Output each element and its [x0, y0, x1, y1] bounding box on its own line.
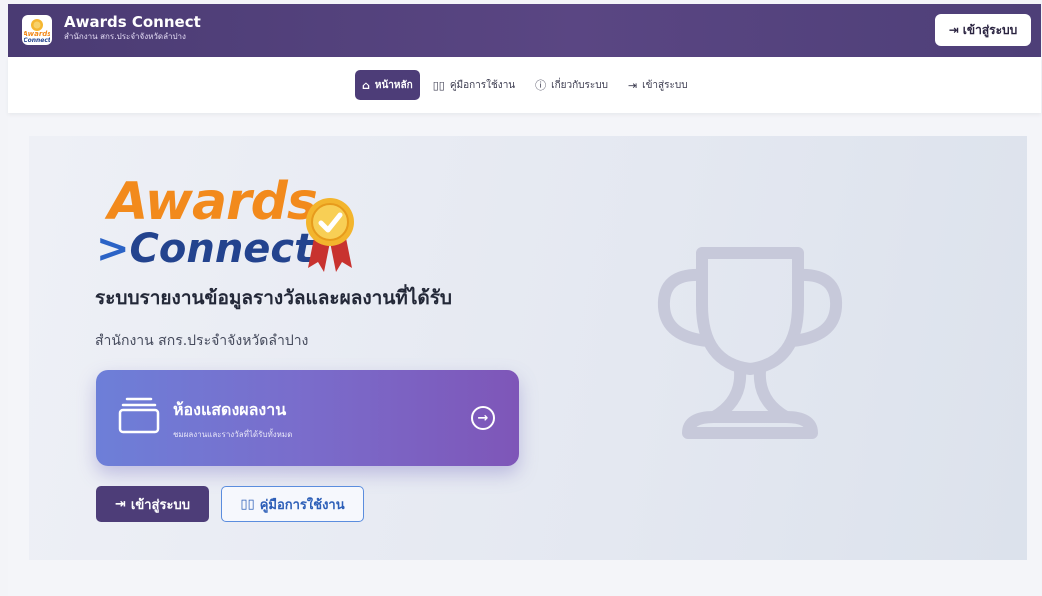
award-logo-icon: Awards Connect — [24, 19, 50, 43]
gallery-card-title: ห้องแสดงผลงาน — [173, 400, 287, 419]
logo-connect-text: >Connect — [96, 226, 314, 272]
main-nav: ⌂ หน้าหลัก ▯▯ คู่มือการใช้งาน ⓘ เกี่ยวกั… — [8, 57, 1041, 113]
nav-item-label: เข้าสู่ระบบ — [642, 79, 688, 91]
nav-item-label: เกี่ยวกับระบบ — [551, 79, 608, 91]
cards-stack-icon — [118, 397, 160, 434]
hero-login-button[interactable]: ⇥ เข้าสู่ระบบ — [96, 486, 209, 522]
home-icon: ⌂ — [362, 78, 370, 92]
nav-item-label: หน้าหลัก — [374, 79, 413, 91]
app-subtitle: สำนักงาน สกร.ประจำจังหวัดลำปาง — [64, 32, 186, 41]
app-logo[interactable]: Awards Connect — [22, 15, 52, 45]
nav-item-login[interactable]: ⇥ เข้าสู่ระบบ — [621, 70, 695, 100]
arrow-right-circle-icon: → — [471, 406, 495, 430]
login-icon: ⇥ — [627, 78, 638, 92]
header-login-label: เข้าสู่ระบบ — [962, 22, 1018, 37]
book-icon: ▯▯ — [432, 78, 445, 92]
gallery-card[interactable]: ห้องแสดงผลงาน ชมผลงานและรางวัลที่ได้รับท… — [96, 370, 519, 466]
gallery-card-subtitle: ชมผลงานและรางวัลที่ได้รับทั้งหมด — [173, 430, 293, 439]
hero-logo: Awards >Connect — [96, 172, 366, 282]
header-login-button[interactable]: ⇥ เข้าสู่ระบบ — [935, 14, 1031, 46]
info-icon: ⓘ — [535, 79, 547, 92]
medal-icon — [306, 198, 354, 272]
hero-login-label: เข้าสู่ระบบ — [130, 497, 190, 513]
nav-item-label: คู่มือการใช้งาน — [449, 79, 516, 91]
nav-item-manual[interactable]: ▯▯ คู่มือการใช้งาน — [426, 70, 522, 100]
nav-item-home[interactable]: ⌂ หน้าหลัก — [355, 70, 420, 100]
hero-manual-label: คู่มือการใช้งาน — [259, 497, 345, 513]
hero-subtitle: สำนักงาน สกร.ประจำจังหวัดลำปาง — [95, 333, 309, 349]
book-icon: ▯▯ — [240, 496, 255, 512]
trophy-icon — [657, 247, 843, 439]
logo-awards-text: Awards — [108, 172, 318, 232]
logo-connect-word: Connect — [129, 226, 314, 272]
hero-manual-button[interactable]: ▯▯ คู่มือการใช้งาน — [221, 486, 364, 522]
hero-title: ระบบรายงานข้อมูลรางวัลและผลงานที่ได้รับ — [95, 287, 452, 309]
app-title: Awards Connect — [64, 13, 201, 31]
nav-item-about[interactable]: ⓘ เกี่ยวกับระบบ — [528, 70, 615, 100]
login-icon: ⇥ — [948, 23, 959, 37]
top-header: Awards Connect Awards Connect สำนักงาน ส… — [8, 4, 1041, 57]
login-icon: ⇥ — [115, 496, 126, 512]
brand: Awards Connect สำนักงาน สกร.ประจำจังหวัด… — [64, 13, 201, 42]
svg-text:Connect: Connect — [24, 37, 50, 43]
